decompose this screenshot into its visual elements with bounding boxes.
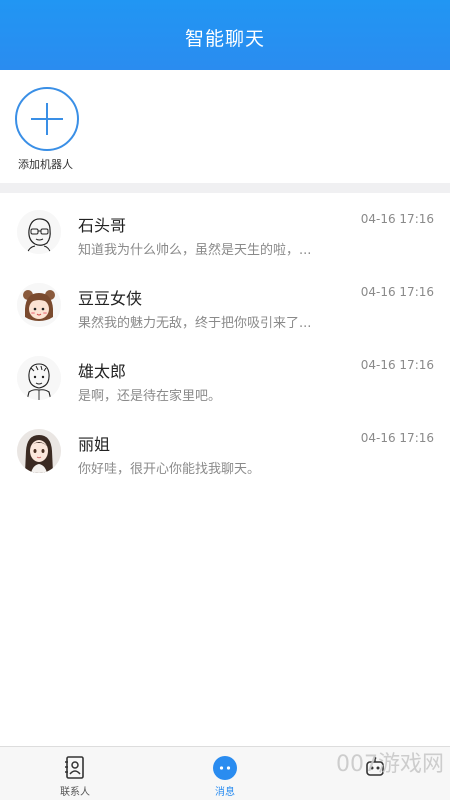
chat-time: 04-16 17:16 bbox=[360, 212, 434, 226]
cartoon-boy-glasses-avatar bbox=[17, 210, 61, 254]
chat-list: 石头哥 知道我为什么帅么，虽然是天生的啦，... 04-16 17:16 豆豆女… bbox=[0, 193, 450, 485]
section-divider bbox=[0, 183, 450, 193]
cartoon-boy-sketch-avatar bbox=[17, 356, 61, 400]
chat-item[interactable]: 石头哥 知道我为什么帅么，虽然是天生的啦，... 04-16 17:16 bbox=[0, 193, 450, 266]
message-icon bbox=[213, 756, 237, 780]
contacts-icon bbox=[65, 756, 84, 779]
cartoon-girl-bear-ears-avatar bbox=[17, 283, 61, 327]
page-title: 智能聊天 bbox=[184, 27, 265, 50]
chat-item[interactable]: 豆豆女侠 果然我的魅力无敌，终于把你吸引来了... 04-16 17:16 bbox=[0, 266, 450, 339]
tab-messages[interactable]: 消息 bbox=[150, 747, 300, 800]
chat-time: 04-16 17:16 bbox=[360, 358, 434, 372]
chat-preview: 是啊，还是待在家里吧。 bbox=[78, 389, 222, 404]
chat-time: 04-16 17:16 bbox=[360, 431, 434, 445]
chat-name: 丽姐 bbox=[78, 435, 111, 454]
chat-item[interactable]: 雄太郎 是啊，还是待在家里吧。 04-16 17:16 bbox=[0, 339, 450, 412]
tab-contacts[interactable]: 联系人 bbox=[0, 747, 150, 800]
chat-preview: 果然我的魅力无敌，终于把你吸引来了... bbox=[78, 316, 312, 331]
add-robot-section: 添加机器人 bbox=[0, 70, 450, 183]
tab-label: 联系人 bbox=[60, 787, 90, 798]
chat-name: 雄太郎 bbox=[78, 362, 127, 381]
add-robot-button[interactable] bbox=[15, 87, 79, 151]
chat-item[interactable]: 丽姐 你好哇，很开心你能找我聊天。 04-16 17:16 bbox=[0, 412, 450, 485]
chat-time: 04-16 17:16 bbox=[360, 285, 434, 299]
app-header: 智能聊天 bbox=[0, 0, 450, 70]
watermark: 007游戏网 bbox=[336, 752, 444, 777]
chat-name: 石头哥 bbox=[78, 216, 127, 235]
add-robot-label: 添加机器人 bbox=[18, 158, 73, 171]
tab-label: 消息 bbox=[215, 787, 235, 798]
anime-girl-avatar bbox=[17, 429, 61, 473]
chat-name: 豆豆女侠 bbox=[78, 289, 143, 308]
chat-preview: 你好哇，很开心你能找我聊天。 bbox=[78, 462, 261, 477]
chat-preview: 知道我为什么帅么，虽然是天生的啦，... bbox=[78, 243, 312, 258]
